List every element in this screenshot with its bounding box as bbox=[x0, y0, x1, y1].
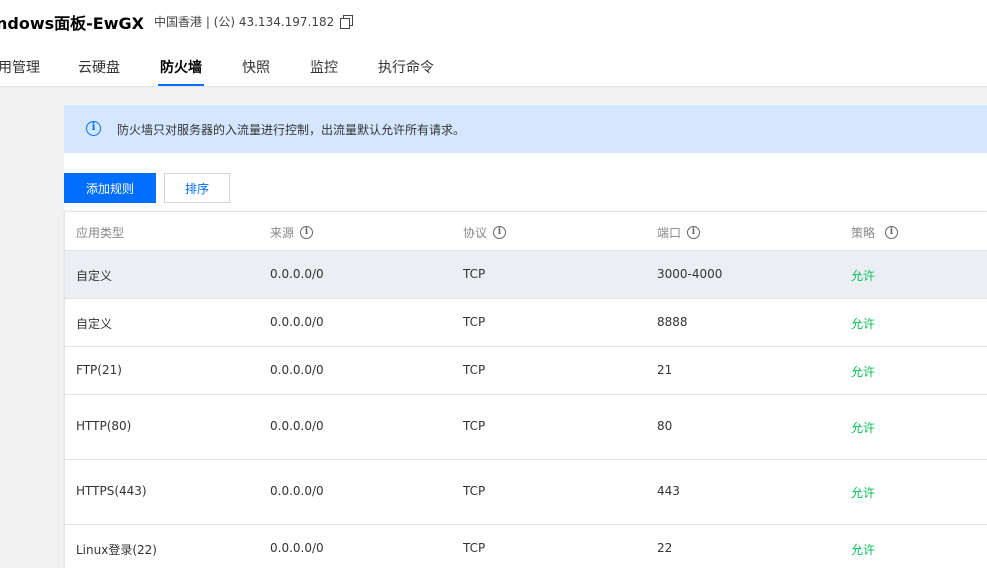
tab-run-command[interactable]: 执行命令 bbox=[378, 57, 434, 86]
cell-app-type: HTTPS(443) bbox=[76, 484, 147, 498]
tab-app-management[interactable]: 用管理 bbox=[0, 57, 40, 86]
table-row[interactable]: HTTP(80) 0.0.0.0/0 TCP 80 允许 bbox=[65, 395, 987, 460]
cell-app-type: 自定义 bbox=[76, 269, 113, 283]
cell-policy: 允许 bbox=[851, 365, 876, 379]
cell-app-type: 自定义 bbox=[76, 317, 113, 331]
add-rule-button[interactable]: 添加规则 bbox=[64, 173, 156, 203]
tab-snapshot[interactable]: 快照 bbox=[242, 57, 270, 86]
cell-policy: 允许 bbox=[851, 317, 876, 331]
cell-protocol: TCP bbox=[463, 541, 486, 555]
table-row[interactable]: FTP(21) 0.0.0.0/0 TCP 21 允许 bbox=[65, 347, 987, 395]
cell-policy: 允许 bbox=[851, 269, 876, 283]
cell-policy: 允许 bbox=[851, 486, 876, 500]
table-row[interactable]: HTTPS(443) 0.0.0.0/0 TCP 443 允许 bbox=[65, 460, 987, 525]
notice-text: 防火墙只对服务器的入流量进行控制，出流量默认允许所有请求。 bbox=[117, 123, 466, 137]
instance-region-ip: 中国香港 | (公) 43.134.197.182 bbox=[154, 15, 335, 29]
help-circle-icon[interactable]: i bbox=[493, 226, 507, 239]
cell-protocol: TCP bbox=[463, 363, 486, 377]
cell-source: 0.0.0.0/0 bbox=[270, 484, 324, 498]
cell-protocol: TCP bbox=[463, 315, 486, 329]
cell-protocol: TCP bbox=[463, 419, 486, 433]
cell-port: 80 bbox=[657, 419, 673, 433]
cell-port: 21 bbox=[657, 363, 673, 377]
copy-icon[interactable] bbox=[340, 15, 354, 29]
cell-source: 0.0.0.0/0 bbox=[270, 315, 324, 329]
cell-port: 3000-4000 bbox=[657, 267, 723, 281]
cell-app-type: HTTP(80) bbox=[76, 419, 132, 433]
info-icon: i bbox=[86, 121, 101, 136]
content-area: i 防火墙只对服务器的入流量进行控制，出流量默认允许所有请求。 添加规则 排序 … bbox=[0, 87, 987, 568]
info-notice: i 防火墙只对服务器的入流量进行控制，出流量默认允许所有请求。 bbox=[64, 105, 987, 153]
sort-button[interactable]: 排序 bbox=[164, 173, 230, 203]
cell-policy: 允许 bbox=[851, 421, 876, 435]
help-circle-icon[interactable]: i bbox=[687, 226, 701, 239]
tab-monitoring[interactable]: 监控 bbox=[310, 57, 338, 86]
firewall-panel: i 防火墙只对服务器的入流量进行控制，出流量默认允许所有请求。 添加规则 排序 … bbox=[64, 105, 987, 568]
instance-title: ndows面板-EwGX bbox=[0, 14, 144, 33]
cell-source: 0.0.0.0/0 bbox=[270, 267, 324, 281]
cell-source: 0.0.0.0/0 bbox=[270, 419, 324, 433]
firewall-rules-table: 应用类型 来源 i 协议 i 端口 i 策略 i 自定义 0.0.0.0/0 TCP 3… bbox=[64, 211, 987, 568]
cell-protocol: TCP bbox=[463, 267, 486, 281]
help-circle-icon[interactable]: i bbox=[300, 226, 314, 239]
help-circle-icon[interactable]: i bbox=[885, 226, 899, 239]
page-header: ndows面板-EwGX 中国香港 | (公) 43.134.197.182 用… bbox=[0, 0, 987, 87]
cell-port: 8888 bbox=[657, 315, 688, 329]
cell-app-type: Linux登录(22) bbox=[76, 543, 157, 557]
table-header: 应用类型 来源 i 协议 i 端口 i 策略 i bbox=[65, 212, 987, 251]
cell-source: 0.0.0.0/0 bbox=[270, 541, 324, 555]
tab-cloud-disk[interactable]: 云硬盘 bbox=[78, 57, 120, 86]
cell-port: 22 bbox=[657, 541, 673, 555]
tab-firewall[interactable]: 防火墙 bbox=[158, 57, 204, 86]
column-header-port: 端口 i bbox=[657, 224, 701, 241]
column-header-app-type: 应用类型 bbox=[76, 226, 125, 240]
table-row[interactable]: 自定义 0.0.0.0/0 TCP 8888 允许 bbox=[65, 299, 987, 347]
column-header-policy: 策略 i bbox=[851, 224, 899, 241]
column-header-protocol: 协议 i bbox=[463, 224, 507, 241]
table-row[interactable]: 自定义 0.0.0.0/0 TCP 3000-4000 允许 bbox=[65, 251, 987, 299]
cell-source: 0.0.0.0/0 bbox=[270, 363, 324, 377]
instance-meta: 中国香港 | (公) 43.134.197.182 bbox=[154, 13, 354, 30]
table-row[interactable]: Linux登录(22) 0.0.0.0/0 TCP 22 允许 bbox=[65, 525, 987, 568]
cell-protocol: TCP bbox=[463, 484, 486, 498]
cell-port: 443 bbox=[657, 484, 680, 498]
cell-app-type: FTP(21) bbox=[76, 363, 122, 377]
cell-policy: 允许 bbox=[851, 543, 876, 557]
column-header-source: 来源 i bbox=[270, 224, 314, 241]
